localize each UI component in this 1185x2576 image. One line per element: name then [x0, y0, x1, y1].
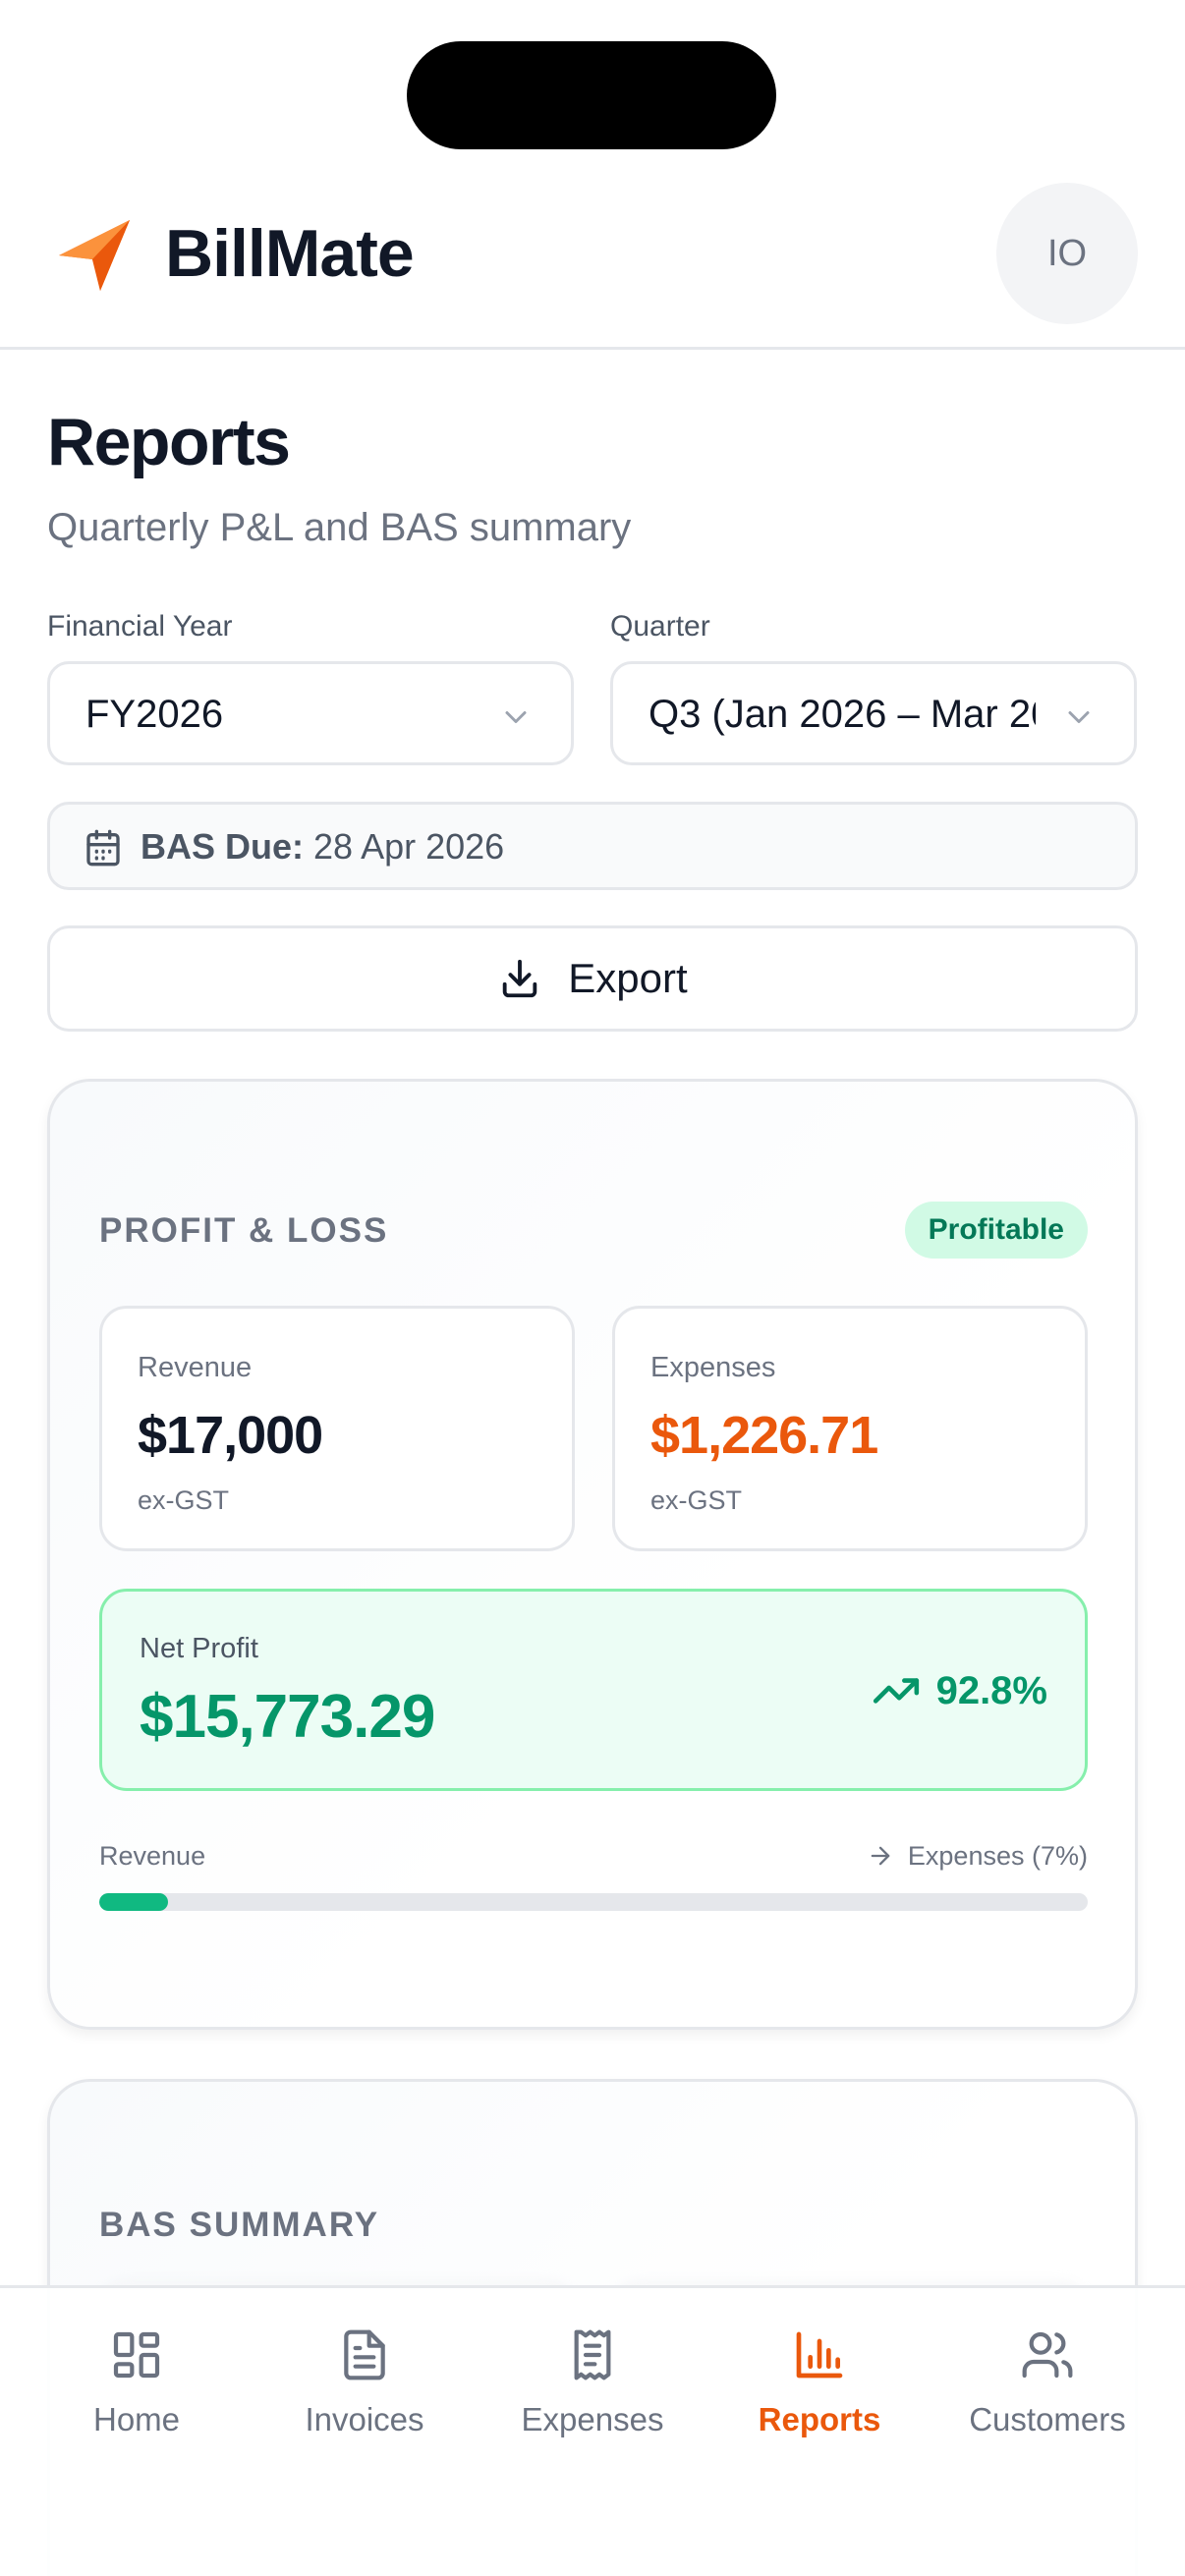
- nav-invoices[interactable]: Invoices: [252, 2327, 478, 2465]
- document-icon: [344, 2329, 385, 2380]
- profit-margin: 92.8%: [872, 1666, 1047, 1715]
- bar-right-label-group: Expenses (7%): [867, 1838, 1088, 1874]
- revenue-expense-bar-labels: Revenue Expenses (7%): [99, 1838, 1088, 1877]
- bottom-navigation: Home Invoices Expenses Reports Customers: [0, 2285, 1185, 2576]
- bar-right-label: Expenses (7%): [907, 1841, 1088, 1871]
- expenses-note: ex-GST: [650, 1485, 743, 1515]
- nav-customers-label: Customers: [969, 2401, 1126, 2437]
- page-subtitle: Quarterly P&L and BAS summary: [47, 506, 632, 549]
- expenses-stat: Expenses $1,226.71 ex-GST: [612, 1306, 1088, 1551]
- device-notch: [407, 41, 776, 149]
- financial-year-label: Financial Year: [47, 610, 233, 643]
- net-profit-label: Net Profit: [140, 1633, 258, 1664]
- receipt-icon: [574, 2329, 611, 2380]
- chevron-down-icon: [498, 700, 534, 735]
- app-name: BillMate: [165, 216, 415, 291]
- arrow-right-icon: [871, 1846, 890, 1866]
- nav-home-label: Home: [92, 2401, 181, 2437]
- profit-margin-value: 92.8%: [935, 1668, 1047, 1712]
- bas-due-banner: BAS Due: 28 Apr 2026: [47, 802, 1138, 890]
- export-label: Export: [568, 955, 688, 1001]
- revenue-value: $17,000: [138, 1406, 323, 1465]
- profit-loss-card: PROFIT & LOSS Profitable Revenue $17,000…: [47, 1079, 1138, 2030]
- expenses-value: $1,226.71: [650, 1406, 878, 1465]
- user-avatar[interactable]: IO: [996, 183, 1138, 324]
- bar-left-label: Revenue: [99, 1841, 206, 1871]
- bas-due-date: 28 Apr 2026: [313, 826, 505, 867]
- bas-due-label: BAS Due:: [141, 826, 305, 867]
- bas-summary-title: BAS SUMMARY: [99, 2206, 380, 2244]
- trending-up-icon: [873, 1678, 919, 1704]
- nav-invoices-label: Invoices: [305, 2401, 424, 2437]
- financial-year-value: FY2026: [85, 693, 224, 736]
- grid-icon: [113, 2331, 160, 2379]
- quarter-label: Quarter: [610, 610, 710, 643]
- status-badge: Profitable: [904, 1202, 1088, 1259]
- nav-expenses-label: Expenses: [521, 2401, 664, 2437]
- expenses-label: Expenses: [650, 1352, 776, 1383]
- reports-screen: BillMate IO Reports Quarterly P&L and BA…: [0, 0, 1185, 2576]
- calendar-icon: [86, 829, 120, 867]
- chevron-down-icon: [1061, 700, 1097, 735]
- page-title: Reports: [47, 405, 291, 479]
- bar-chart-icon: [796, 2331, 843, 2379]
- expense-ratio-track: [99, 1893, 1088, 1911]
- nav-expenses[interactable]: Expenses: [480, 2327, 705, 2465]
- export-button[interactable]: Export: [47, 925, 1138, 1032]
- financial-year-select[interactable]: FY2026: [47, 661, 574, 765]
- net-profit-panel: Net Profit $15,773.29 92.8%: [99, 1589, 1088, 1791]
- expense-ratio-fill: [99, 1893, 169, 1911]
- nav-home[interactable]: Home: [24, 2327, 250, 2465]
- revenue-label: Revenue: [138, 1352, 253, 1383]
- paper-plane-logo-icon: [59, 220, 130, 291]
- bas-due-text: BAS Due: 28 Apr 2026: [141, 824, 504, 869]
- users-icon: [1022, 2331, 1073, 2379]
- revenue-note: ex-GST: [138, 1485, 230, 1515]
- nav-reports[interactable]: Reports: [706, 2327, 932, 2465]
- app-header: BillMate IO: [0, 177, 1185, 350]
- revenue-stat: Revenue $17,000 ex-GST: [99, 1306, 575, 1551]
- net-profit-value: $15,773.29: [140, 1683, 435, 1751]
- nav-reports-label: Reports: [758, 2401, 881, 2437]
- profit-loss-title: PROFIT & LOSS: [99, 1211, 389, 1250]
- quarter-value: Q3 (Jan 2026 – Mar 2026): [649, 693, 1036, 736]
- nav-customers[interactable]: Customers: [934, 2327, 1160, 2465]
- quarter-select[interactable]: Q3 (Jan 2026 – Mar 2026): [610, 661, 1137, 765]
- download-icon: [503, 959, 537, 998]
